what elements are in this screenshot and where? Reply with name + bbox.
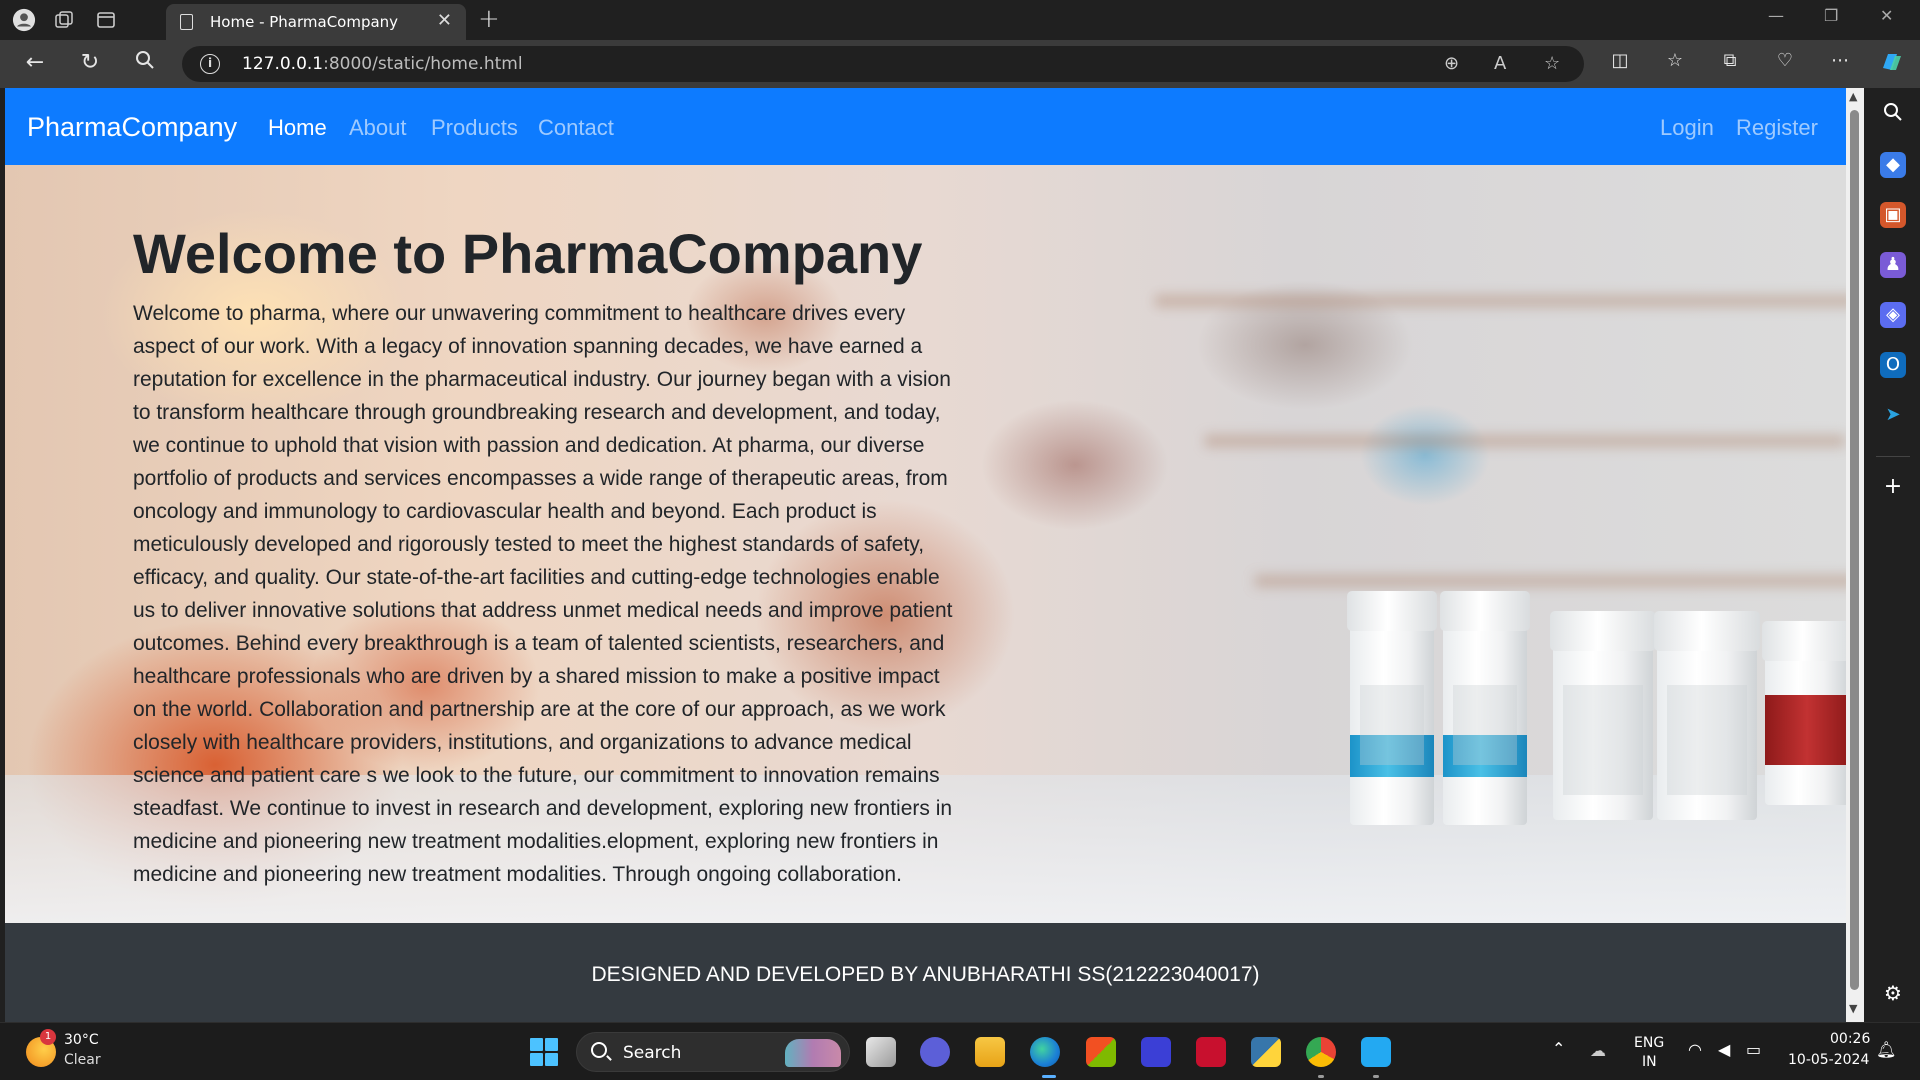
- volume-icon[interactable]: ◀: [1718, 1040, 1730, 1059]
- favorite-star-icon[interactable]: ☆: [1544, 53, 1560, 74]
- shopping-tag-icon[interactable]: ◆: [1880, 152, 1906, 178]
- notifications-bell-icon[interactable]: 🔔︎: [1876, 1040, 1896, 1059]
- split-screen-icon[interactable]: ◫: [1605, 50, 1635, 71]
- url-text[interactable]: 127.0.0.1:8000/static/home.html: [242, 54, 523, 74]
- address-bar[interactable]: i 127.0.0.1:8000/static/home.html ⊕ A ☆: [182, 46, 1584, 82]
- sidebar-search-icon[interactable]: [1880, 102, 1906, 128]
- brand-link[interactable]: PharmaCompany: [27, 112, 237, 143]
- language-top[interactable]: ENG: [1634, 1035, 1664, 1051]
- browser-essentials-icon[interactable]: ♡: [1770, 50, 1800, 71]
- telegram-send-icon[interactable]: ➤: [1880, 402, 1906, 428]
- site-navbar: PharmaCompany Home About Products Contac…: [5, 88, 1846, 165]
- power-automate-icon[interactable]: [1141, 1037, 1171, 1067]
- hero-content: Welcome to PharmaCompany Welcome to phar…: [133, 220, 963, 891]
- site-footer: DESIGNED AND DEVELOPED BY ANUBHARATHI SS…: [5, 923, 1846, 1022]
- nav-login[interactable]: Login: [1660, 115, 1714, 141]
- nav-register[interactable]: Register: [1736, 115, 1818, 141]
- favorites-icon[interactable]: ☆: [1660, 50, 1690, 71]
- refresh-icon[interactable]: ↻: [75, 50, 105, 75]
- zoom-icon[interactable]: ⊕: [1444, 53, 1459, 74]
- workspaces-icon[interactable]: [52, 8, 76, 32]
- mcafee-shield-icon[interactable]: [1196, 1037, 1226, 1067]
- chrome-running-indicator: [1318, 1075, 1324, 1078]
- tab-title: Home - PharmaCompany: [210, 13, 399, 31]
- hero-section: Welcome to PharmaCompany Welcome to phar…: [5, 165, 1846, 923]
- scroll-thumb[interactable]: [1850, 110, 1859, 990]
- chrome-icon[interactable]: [1306, 1037, 1336, 1067]
- python-icon[interactable]: [1251, 1037, 1281, 1067]
- scroll-down-icon[interactable]: ▼: [1849, 1002, 1857, 1015]
- close-window-icon[interactable]: ✕: [1880, 6, 1893, 25]
- vscode-icon[interactable]: [1361, 1037, 1391, 1067]
- taskbar-search-label: Search: [623, 1043, 682, 1063]
- clock-date[interactable]: 10-05-2024: [1788, 1052, 1869, 1068]
- weather-description: Clear: [64, 1052, 101, 1068]
- edge-sidebar: ◆ ▣ ♟ ◈ O ➤ + ⚙: [1866, 88, 1920, 1022]
- language-bottom[interactable]: IN: [1642, 1054, 1657, 1070]
- show-hidden-icons-chevron-icon[interactable]: ⌃: [1552, 1039, 1565, 1058]
- nav-products[interactable]: Products: [431, 115, 518, 141]
- hero-paragraph: Welcome to pharma, where our unwavering …: [133, 302, 953, 887]
- search-icon[interactable]: [130, 50, 160, 76]
- sidebar-settings-gear-icon[interactable]: ⚙: [1880, 980, 1906, 1006]
- windows-taskbar: 1 30°C Clear Search ⌃ ☁ ENG IN ◠ ◀ ▭ 00:…: [0, 1022, 1920, 1080]
- edge-active-indicator: [1042, 1075, 1056, 1078]
- nav-about[interactable]: About: [349, 115, 407, 141]
- vertical-tabs-icon[interactable]: [94, 8, 118, 32]
- back-icon[interactable]: ←: [20, 50, 50, 75]
- taskbar-search-icon: [591, 1042, 607, 1058]
- games-icon[interactable]: ♟: [1880, 252, 1906, 278]
- tools-briefcase-icon[interactable]: ▣: [1880, 202, 1906, 228]
- scroll-up-icon[interactable]: ▲: [1849, 90, 1857, 103]
- onedrive-error-icon[interactable]: ☁: [1590, 1041, 1606, 1060]
- close-tab-icon[interactable]: ✕: [437, 10, 452, 31]
- battery-icon[interactable]: ▭: [1746, 1040, 1761, 1059]
- new-tab-icon[interactable]: +: [478, 4, 500, 34]
- more-menu-icon[interactable]: ⋯: [1825, 50, 1855, 71]
- microsoft-store-icon[interactable]: [1086, 1037, 1116, 1067]
- sidebar-divider: [1876, 456, 1910, 457]
- windows-start-icon[interactable]: [530, 1038, 558, 1066]
- edge-browser-icon[interactable]: [1030, 1037, 1060, 1067]
- collections-icon[interactable]: ⧉: [1715, 50, 1745, 71]
- wifi-icon[interactable]: ◠: [1688, 1040, 1702, 1059]
- task-view-icon[interactable]: [866, 1037, 896, 1067]
- copilot-icon[interactable]: [1876, 48, 1906, 82]
- profile-icon[interactable]: [12, 8, 36, 32]
- teams-chat-icon[interactable]: [920, 1037, 950, 1067]
- file-explorer-icon[interactable]: [975, 1037, 1005, 1067]
- taskbar-search-box[interactable]: Search: [576, 1032, 850, 1072]
- weather-temperature: 30°C: [64, 1032, 99, 1048]
- clock-time[interactable]: 00:26: [1830, 1031, 1870, 1047]
- restore-icon[interactable]: ❐: [1824, 6, 1838, 25]
- browser-tab-active[interactable]: Home - PharmaCompany ✕: [166, 4, 466, 40]
- web-page-viewport: PharmaCompany Home About Products Contac…: [5, 88, 1846, 1022]
- minimize-icon[interactable]: —: [1768, 6, 1784, 25]
- search-highlight-image: [785, 1039, 841, 1067]
- weather-badge: 1: [40, 1029, 56, 1045]
- add-sidebar-app-icon[interactable]: +: [1880, 474, 1906, 500]
- nav-contact[interactable]: Contact: [538, 115, 614, 141]
- browser-title-bar: Home - PharmaCompany ✕ + — ❐ ✕: [0, 0, 1920, 40]
- copilot-sidebar-icon[interactable]: ◈: [1880, 302, 1906, 328]
- vscode-running-indicator: [1373, 1075, 1379, 1078]
- outlook-icon[interactable]: O: [1880, 352, 1906, 378]
- browser-toolbar: ← ↻ i 127.0.0.1:8000/static/home.html ⊕ …: [0, 40, 1920, 88]
- read-aloud-icon[interactable]: A: [1494, 53, 1506, 74]
- hero-title: Welcome to PharmaCompany: [133, 222, 923, 285]
- page-scrollbar[interactable]: ▲ ▼: [1846, 88, 1864, 1022]
- nav-home[interactable]: Home: [268, 115, 327, 141]
- footer-credit: DESIGNED AND DEVELOPED BY ANUBHARATHI SS…: [591, 963, 1260, 986]
- document-icon: [180, 14, 193, 30]
- site-info-icon[interactable]: i: [200, 54, 220, 74]
